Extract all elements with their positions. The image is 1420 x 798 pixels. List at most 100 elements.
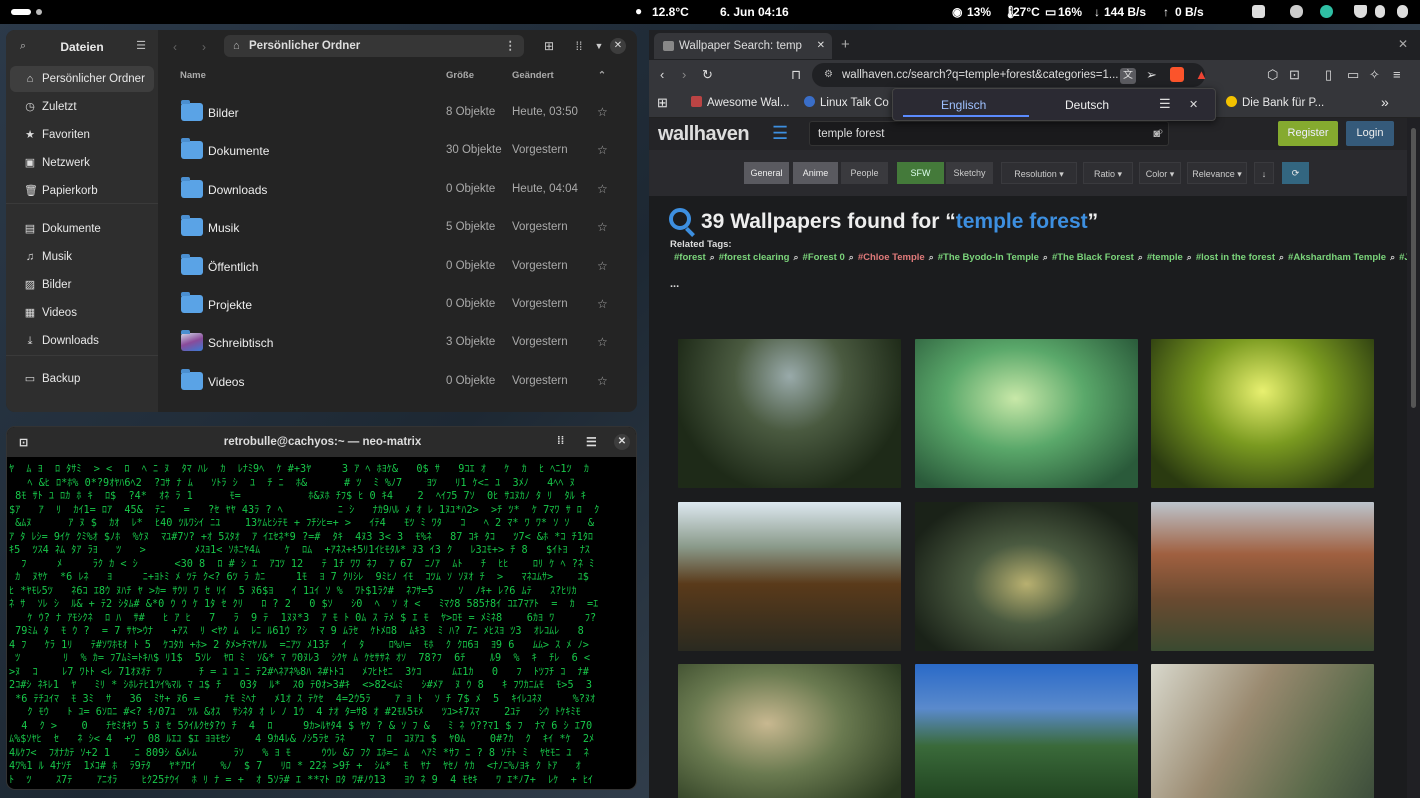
- file-row[interactable]: Bilder 8 Objekte Heute, 03:50 ☆: [158, 94, 637, 132]
- wallet-icon[interactable]: ▭: [1347, 67, 1359, 83]
- site-settings-icon[interactable]: ⚙: [824, 63, 833, 87]
- filter-sfw[interactable]: SFW: [897, 162, 944, 184]
- related-tag[interactable]: #The Byodo-In Temple: [938, 252, 1039, 263]
- star-icon[interactable]: ☆: [597, 105, 608, 119]
- more-vertical-icon[interactable]: ⋮: [505, 35, 517, 57]
- search-input[interactable]: temple forest ◙: [809, 121, 1169, 146]
- filter-people[interactable]: People: [841, 162, 888, 184]
- file-row[interactable]: Videos 0 Objekte Vorgestern ☆: [158, 363, 637, 401]
- site-logo[interactable]: wallhaven: [658, 123, 750, 146]
- power-icon[interactable]: [1397, 5, 1408, 18]
- login-button[interactable]: Login: [1346, 121, 1394, 146]
- more-bookmarks-icon[interactable]: »: [1381, 94, 1389, 110]
- volume-icon[interactable]: [1375, 5, 1385, 18]
- sidebar-item[interactable]: ▦ Videos: [10, 300, 154, 326]
- sort-ascending-icon[interactable]: ⌃: [598, 70, 606, 81]
- forward-icon[interactable]: ›: [202, 40, 206, 54]
- window-close-icon[interactable]: ✕: [1398, 37, 1408, 51]
- bookmark-awesome[interactable]: Awesome Wal...: [691, 96, 789, 109]
- star-icon[interactable]: ☆: [597, 335, 608, 349]
- new-tab-icon[interactable]: +: [841, 36, 850, 53]
- column-modified[interactable]: Geändert: [512, 70, 554, 81]
- wallpaper-thumb[interactable]: [915, 502, 1138, 651]
- sidebar-item[interactable]: ♫ Musik: [10, 244, 154, 270]
- menu-icon[interactable]: ≡: [1393, 67, 1401, 83]
- tab-wallhaven[interactable]: Wallpaper Search: temp ✕: [654, 33, 832, 59]
- matrix-rain-graphic[interactable]: ﾔ ﾑ ﾖ ﾛ ﾀｻﾐ > < ﾛ ﾍ ﾆ ﾇ ﾀﾏ ﾊﾚ ｶ ﾚﾅﾐ9ﾍ ｹ …: [9, 463, 635, 787]
- extensions-icon[interactable]: ⬡: [1267, 67, 1278, 83]
- wallpaper-thumb[interactable]: [915, 664, 1138, 798]
- screenshot-icon[interactable]: ⊡: [1289, 67, 1300, 83]
- related-tag[interactable]: #lost in the forest: [1196, 252, 1275, 263]
- send-icon[interactable]: ➢: [1146, 67, 1157, 83]
- related-tag[interactable]: #temple: [1147, 252, 1183, 263]
- related-tag[interactable]: #Forest 0: [803, 252, 845, 263]
- workspace-indicator-active[interactable]: [11, 9, 31, 15]
- wallpaper-thumb[interactable]: [915, 339, 1138, 488]
- sidebar-item[interactable]: 🗑 Papierkorb: [10, 178, 154, 204]
- search-icon[interactable]: ⌕: [1043, 252, 1048, 262]
- workspace-indicator[interactable]: [36, 9, 42, 15]
- sidebar-item[interactable]: ▤ Dokumente: [10, 216, 154, 242]
- file-row[interactable]: Öffentlich 0 Objekte Vorgestern ☆: [158, 248, 637, 286]
- wallpaper-thumb[interactable]: [678, 339, 901, 488]
- clock[interactable]: 6. Jun 04:16: [720, 5, 789, 19]
- sidebar-item[interactable]: ★ Favoriten: [10, 122, 154, 148]
- sidebar-item[interactable]: ⌂ Persönlicher Ordner: [10, 66, 154, 92]
- file-row[interactable]: Schreibtisch 3 Objekte Vorgestern ☆: [158, 324, 637, 362]
- sidebar-icon[interactable]: ▯: [1325, 67, 1332, 83]
- tray-app-icon[interactable]: [1252, 5, 1265, 18]
- color-dropdown[interactable]: Color ▾: [1139, 162, 1181, 184]
- search-icon[interactable]: ⌕: [849, 252, 854, 262]
- related-tag[interactable]: #Chloe Temple: [858, 252, 925, 263]
- star-icon[interactable]: ☆: [597, 297, 608, 311]
- filter-sketchy[interactable]: Sketchy: [946, 162, 993, 184]
- related-tag[interactable]: #forest: [674, 252, 706, 263]
- file-row[interactable]: Dokumente 30 Objekte Vorgestern ☆: [158, 132, 637, 170]
- rewards-icon[interactable]: ▲: [1195, 67, 1208, 83]
- hamburger-menu-icon[interactable]: ☰: [1159, 96, 1171, 112]
- search-icon[interactable]: ⌕: [1138, 252, 1143, 262]
- search-icon[interactable]: ⌕: [793, 252, 798, 262]
- sidebar-item[interactable]: ◷ Zuletzt: [10, 94, 154, 120]
- star-icon[interactable]: ☆: [597, 259, 608, 273]
- close-icon[interactable]: ✕: [1189, 98, 1198, 111]
- search-icon[interactable]: ⌕: [1390, 252, 1395, 262]
- translate-source-tab[interactable]: Englisch: [941, 98, 986, 112]
- star-icon[interactable]: ☆: [597, 220, 608, 234]
- wallpaper-thumb[interactable]: [1151, 502, 1374, 651]
- hamburger-menu-icon[interactable]: ☰: [586, 435, 597, 449]
- tray-extension-icon[interactable]: [1290, 5, 1303, 18]
- filter-general[interactable]: General: [744, 162, 789, 184]
- ratio-dropdown[interactable]: Ratio ▾: [1083, 162, 1133, 184]
- grid-icon[interactable]: ⁞⁞: [557, 435, 564, 447]
- sidebar-item[interactable]: ▣ Netzwerk: [10, 150, 154, 176]
- chevron-down-icon[interactable]: ▼: [592, 39, 606, 53]
- page-scrollbar[interactable]: [1407, 118, 1420, 798]
- grid-view-icon[interactable]: ⁞⁞: [572, 39, 586, 53]
- related-tag[interactable]: #forest clearing: [719, 252, 790, 263]
- file-row[interactable]: Projekte 0 Objekte Vorgestern ☆: [158, 286, 637, 324]
- wallpaper-thumb[interactable]: [678, 502, 901, 651]
- more-tags[interactable]: ...: [670, 278, 679, 290]
- file-row[interactable]: Musik 5 Objekte Vorgestern ☆: [158, 209, 637, 247]
- back-icon[interactable]: ‹: [173, 40, 177, 54]
- back-icon[interactable]: ‹: [660, 67, 664, 83]
- column-name[interactable]: Name: [180, 70, 206, 81]
- sidebar-item[interactable]: ▭ Backup: [10, 366, 154, 392]
- close-icon[interactable]: ✕: [614, 434, 630, 450]
- translate-icon[interactable]: 文: [1120, 68, 1136, 84]
- star-icon[interactable]: ☆: [597, 143, 608, 157]
- related-tag[interactable]: #The Black Forest: [1052, 252, 1134, 263]
- resolution-dropdown[interactable]: Resolution ▾: [1001, 162, 1077, 184]
- hamburger-menu-icon[interactable]: ☰: [135, 40, 147, 52]
- search-icon[interactable]: ⌕: [1187, 252, 1192, 262]
- star-icon[interactable]: ☆: [597, 374, 608, 388]
- shield-icon[interactable]: [1354, 5, 1367, 18]
- wallpaper-thumb[interactable]: [1151, 664, 1374, 798]
- brave-shields-icon[interactable]: [1170, 67, 1184, 82]
- filter-anime[interactable]: Anime: [793, 162, 838, 184]
- path-bar[interactable]: ⌂ Persönlicher Ordner ⋮: [224, 35, 524, 57]
- sidebar-item[interactable]: ⤓ Downloads: [10, 328, 154, 354]
- scrollbar-thumb[interactable]: [1411, 128, 1416, 408]
